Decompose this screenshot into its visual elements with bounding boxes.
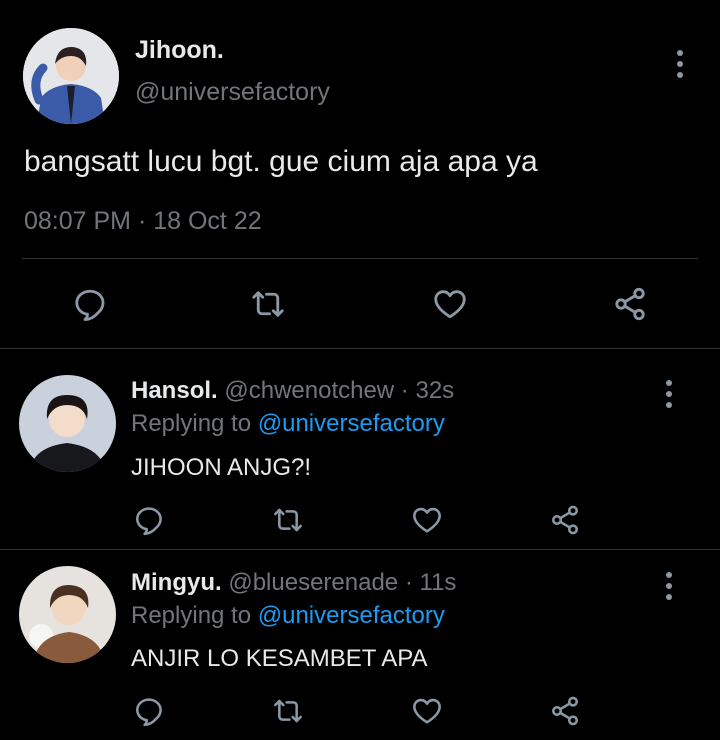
reply-display-name[interactable]: Hansol.: [131, 377, 218, 404]
share-icon[interactable]: [549, 695, 581, 727]
reply-text: ANJIR LO KESAMBET APA: [131, 645, 428, 672]
share-icon[interactable]: [549, 504, 581, 536]
retweet-icon[interactable]: [272, 504, 304, 536]
share-icon[interactable]: [612, 286, 648, 322]
reply-meta: @blueserenade · 11s: [228, 569, 457, 596]
author-handle[interactable]: @universefactory: [135, 78, 330, 107]
tweet-timestamp: 08:07 PM · 18 Oct 22: [24, 207, 262, 235]
mingyu-avatar[interactable]: [19, 566, 116, 663]
reply-icon[interactable]: [72, 286, 108, 322]
more-icon[interactable]: [666, 380, 672, 408]
replying-to-handle-link[interactable]: @universefactory: [258, 410, 445, 437]
jihoon-avatar[interactable]: [23, 28, 119, 124]
like-icon[interactable]: [411, 504, 443, 536]
replying-to-label: Replying to: [131, 410, 252, 437]
divider: [0, 549, 720, 550]
replying-to-label: Replying to: [131, 602, 252, 629]
author-display-name[interactable]: Jihoon.: [135, 36, 224, 65]
more-icon[interactable]: [677, 50, 683, 78]
reply-display-name[interactable]: Mingyu.: [131, 569, 222, 596]
retweet-icon[interactable]: [250, 286, 286, 322]
like-icon[interactable]: [411, 695, 443, 727]
divider: [22, 258, 698, 259]
reply-meta: @chwenotchew · 32s: [224, 377, 455, 404]
retweet-icon[interactable]: [272, 695, 304, 727]
divider: [0, 348, 720, 349]
reply-text: JIHOON ANJG?!: [131, 454, 312, 481]
replying-to-handle-link[interactable]: @universefactory: [258, 602, 445, 629]
hansol-avatar[interactable]: [19, 375, 116, 472]
like-icon[interactable]: [432, 286, 468, 322]
reply-icon[interactable]: [133, 695, 165, 727]
reply-icon[interactable]: [133, 504, 165, 536]
more-icon[interactable]: [666, 572, 672, 600]
tweet-text: bangsatt lucu bgt. gue cium aja apa ya: [24, 145, 538, 178]
